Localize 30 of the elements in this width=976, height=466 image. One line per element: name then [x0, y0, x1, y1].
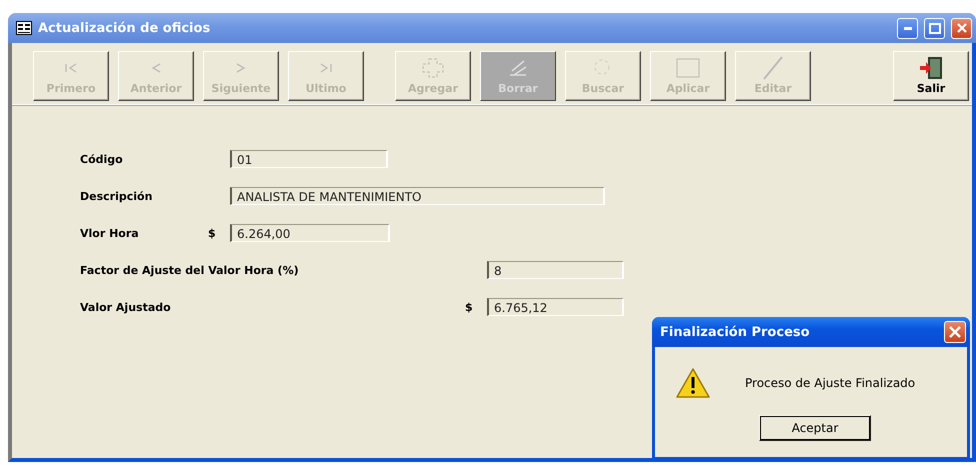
warning-icon — [675, 367, 711, 399]
input-field[interactable]: 6.264,00 — [230, 224, 390, 242]
add-record-icon — [421, 57, 445, 79]
exit-button[interactable]: Salir — [893, 51, 969, 101]
input-field[interactable]: 01 — [230, 150, 388, 168]
input-field[interactable]: 8 — [487, 261, 624, 279]
input-field[interactable]: ANALISTA DE MANTENIMIENTO — [230, 187, 605, 205]
accept-button[interactable]: Aceptar — [759, 415, 871, 441]
field-label: Factor de Ajuste del Valor Hora (%) — [80, 264, 300, 276]
maximize-icon — [928, 22, 940, 34]
exit-door-icon — [918, 56, 944, 80]
field-label: Vlor Hora — [80, 226, 140, 240]
input-field[interactable]: 6.765,12 — [487, 298, 624, 316]
field-label: Descripción — [80, 190, 154, 202]
close-button[interactable] — [951, 18, 972, 38]
dialog-message: Proceso de Ajuste Finalizado — [745, 376, 916, 390]
maximize-button[interactable] — [924, 18, 945, 38]
dialog-title: Finalización Proceso — [660, 324, 810, 340]
field-label: Código — [80, 152, 124, 166]
currency-sign: $ — [208, 226, 216, 240]
currency-sign: $ — [465, 300, 473, 314]
form-window-icon — [16, 21, 32, 35]
minimize-icon — [904, 26, 912, 30]
close-button[interactable] — [944, 321, 966, 343]
close-icon — [956, 22, 968, 34]
first-record-icon — [63, 62, 79, 74]
last-record-icon — [318, 62, 334, 74]
minimize-button[interactable] — [897, 18, 918, 38]
window-title: Actualización de oficios — [38, 20, 212, 36]
field-label: Valor Ajustado — [80, 300, 172, 314]
